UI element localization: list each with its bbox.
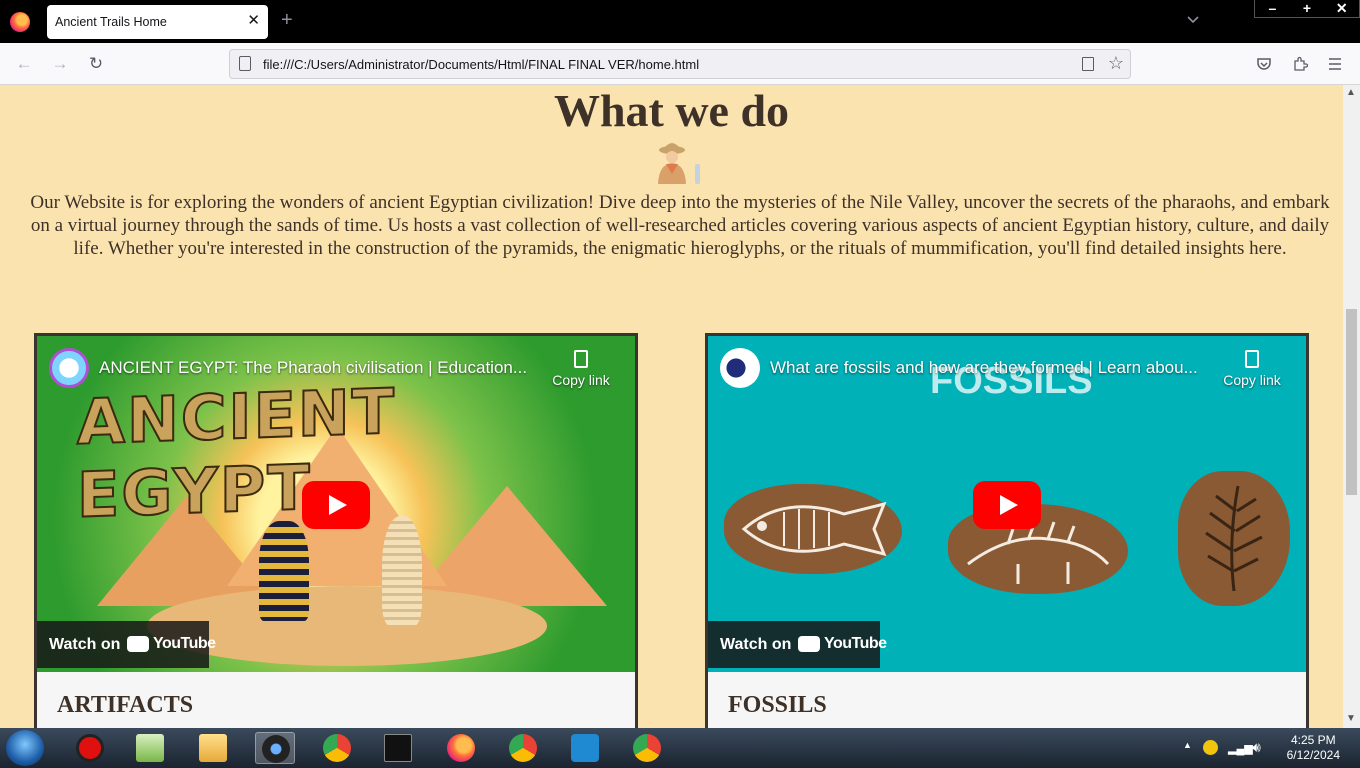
copy-link-label: Copy link [1223,372,1281,388]
firefox-icon[interactable] [10,12,30,32]
youtube-wordmark: YouTube [153,635,216,652]
chevron-down-icon[interactable] [1186,12,1200,26]
url-bar[interactable]: file:///C:/Users/Administrator/Documents… [229,49,1131,79]
start-button[interactable] [6,730,44,766]
vertical-scrollbar[interactable]: ▲ ▼ [1343,85,1360,728]
clock[interactable]: 4:25 PM 6/12/2024 [1287,733,1340,763]
update-icon[interactable] [1203,740,1218,755]
camera-icon [262,735,290,763]
taskbar-camera[interactable] [255,732,295,764]
show-hidden-icons-icon[interactable]: ▲ [1183,740,1192,750]
taskbar-terminal[interactable] [378,732,418,764]
terminal-icon [384,734,412,762]
forward-arrow-icon[interactable]: → [50,54,70,74]
taskbar-chrome-profile[interactable] [503,732,543,764]
taskbar-notepad[interactable] [130,732,170,764]
reload-icon[interactable]: ↻ [86,54,106,74]
play-button[interactable] [302,481,370,529]
taskbar-chrome-1[interactable] [317,732,357,764]
video-title[interactable]: ANCIENT EGYPT: The Pharaoh civilisation … [99,358,527,378]
tab-bar: Ancient Trails Home ✕ + – + ✕ [0,0,1360,43]
copy-link-button[interactable]: Copy link [1220,350,1284,388]
play-button[interactable] [973,481,1041,529]
taskbar-record-app[interactable] [70,732,110,764]
reader-view-icon[interactable] [1082,57,1094,71]
youtube-wordmark: YouTube [824,635,887,652]
taskbar: ▲ ▂▄▆ 🔊︎ 4:25 PM 6/12/2024 [0,728,1360,768]
explorer-icon [658,143,700,184]
card-title: ARTIFACTS [57,692,194,718]
folder-icon [199,734,227,762]
video-title[interactable]: What are fossils and how are they formed… [770,358,1198,378]
back-arrow-icon[interactable]: ← [14,54,34,74]
pocket-icon[interactable] [1256,56,1272,72]
watch-on-youtube-button[interactable]: Watch on YouTube [37,621,216,668]
scrollbar-thumb[interactable] [1346,309,1357,495]
youtube-logo-icon [798,636,820,652]
fossils-card: FOSSILS What are fossils and how are the… [705,333,1309,728]
youtube-embed-ancient-egypt[interactable]: ANCIENT EGYPT ANCIENT EGYPT: The Pharaoh… [37,336,635,672]
fern-fossil [1178,471,1290,606]
maximize-button[interactable]: + [1290,0,1325,17]
notepad-icon [136,734,164,762]
mummy-figure [382,516,422,626]
menu-icon[interactable] [1328,57,1342,71]
extensions-icon[interactable] [1292,56,1308,72]
page-viewport: What we do Our Website is for exploring … [0,85,1343,728]
chrome-icon [633,734,661,762]
vscode-icon [571,734,599,762]
fish-fossil [724,484,902,574]
watch-on-youtube-button[interactable]: Watch on YouTube [708,621,887,668]
network-icon[interactable]: ▂▄▆ [1228,742,1253,755]
pharaoh-figure [259,521,309,621]
volume-icon[interactable]: 🔊︎ [1252,739,1261,756]
taskbar-vscode[interactable] [565,732,605,764]
window-controls: – + ✕ [1254,0,1360,18]
channel-avatar[interactable] [49,348,89,388]
taskbar-firefox[interactable] [441,732,481,764]
chrome-icon [323,734,351,762]
taskbar-explorer[interactable] [193,732,233,764]
tab-title: Ancient Trails Home [55,15,167,29]
artifacts-card: ANCIENT EGYPT ANCIENT EGYPT: The Pharaoh… [34,333,638,728]
navigation-bar: ← → ↻ file:///C:/Users/Administrator/Doc… [0,43,1360,85]
scroll-down-arrow-icon[interactable]: ▼ [1346,713,1356,724]
copy-icon [1245,350,1259,368]
youtube-logo-icon [127,636,149,652]
system-tray: ▲ ▂▄▆ 🔊︎ 4:25 PM 6/12/2024 [1180,728,1360,768]
new-tab-button[interactable]: + [281,10,293,30]
clock-time: 4:25 PM [1290,733,1336,747]
card-title: FOSSILS [728,692,827,718]
watch-on-label: Watch on [49,636,121,653]
page-icon [239,56,251,71]
firefox-icon [447,734,475,762]
copy-link-button[interactable]: Copy link [549,350,613,388]
url-text[interactable]: file:///C:/Users/Administrator/Documents… [263,57,699,72]
copy-icon [574,350,588,368]
channel-avatar[interactable] [720,348,760,388]
close-window-button[interactable]: ✕ [1324,0,1359,17]
intro-paragraph: Our Website is for exploring the wonders… [30,192,1330,259]
close-tab-icon[interactable]: ✕ [247,12,260,30]
record-icon [76,734,104,762]
clock-date: 6/12/2024 [1286,748,1340,762]
minimize-button[interactable]: – [1255,0,1290,17]
tab-ancient-trails[interactable]: Ancient Trails Home ✕ [47,5,268,39]
watch-on-label: Watch on [720,636,792,653]
bookmark-star-icon[interactable]: ☆ [1108,53,1124,74]
copy-link-label: Copy link [552,372,610,388]
chrome-icon [509,734,537,762]
page-title: What we do [553,85,790,136]
scroll-up-arrow-icon[interactable]: ▲ [1346,87,1356,98]
taskbar-chrome-2[interactable] [627,732,667,764]
youtube-embed-fossils[interactable]: FOSSILS What are fossils and how are the… [708,336,1306,672]
